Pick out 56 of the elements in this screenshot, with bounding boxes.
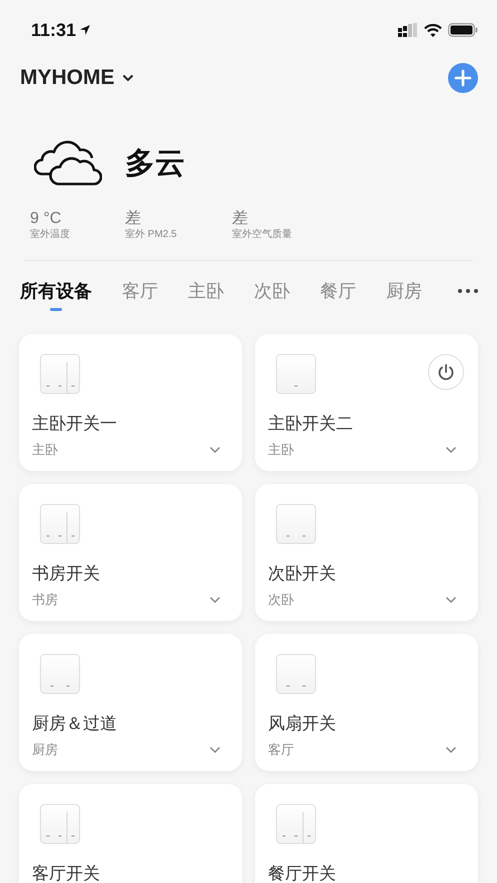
chevron-down-icon[interactable] — [445, 746, 457, 754]
device-name: 厨房＆过道 — [32, 713, 118, 735]
stat-label: 室外温度 — [30, 228, 71, 242]
chevron-down-icon[interactable] — [209, 746, 221, 754]
chevron-down-icon — [122, 74, 134, 82]
device-card[interactable]: 风扇开关 客厅 — [255, 634, 478, 771]
switch-icon — [40, 354, 80, 394]
chevron-down-icon[interactable] — [209, 446, 221, 454]
device-room: 客厅 — [268, 741, 294, 759]
device-card[interactable]: 主卧开关二 主卧 — [255, 334, 478, 471]
device-name: 主卧开关一 — [32, 413, 118, 435]
chevron-down-icon[interactable] — [209, 596, 221, 604]
device-card[interactable]: 餐厅开关 — [255, 784, 478, 883]
room-tab[interactable]: 所有设备 — [20, 279, 92, 311]
signal-icon — [398, 23, 418, 37]
device-name: 次卧开关 — [268, 563, 337, 585]
location-arrow-icon — [79, 24, 92, 36]
weather-condition: 多云 — [125, 146, 185, 182]
device-card[interactable]: 次卧开关 次卧 — [255, 484, 478, 621]
device-card[interactable]: 主卧开关一 主卧 — [19, 334, 242, 471]
device-card[interactable]: 书房开关 书房 — [19, 484, 242, 621]
switch-icon — [40, 804, 80, 844]
wifi-icon — [424, 24, 442, 36]
power-icon — [436, 362, 456, 382]
stat-label: 室外 PM2.5 — [125, 228, 178, 242]
device-room: 主卧 — [32, 441, 58, 459]
stat-label: 室外空气质量 — [232, 228, 293, 242]
home-selector[interactable]: MYHOME — [20, 66, 134, 90]
device-name: 餐厅开关 — [268, 863, 337, 883]
device-room: 厨房 — [32, 741, 58, 759]
switch-icon — [276, 804, 316, 844]
device-room: 次卧 — [268, 591, 294, 609]
more-icon[interactable] — [458, 289, 478, 293]
device-name: 风扇开关 — [268, 713, 337, 735]
switch-icon — [276, 504, 316, 544]
chevron-down-icon[interactable] — [445, 446, 457, 454]
stat-value: 9 °C — [30, 210, 62, 228]
add-button[interactable] — [448, 63, 478, 93]
power-button[interactable] — [428, 354, 464, 390]
cloud-icon — [34, 140, 102, 186]
device-card[interactable]: 厨房＆过道 厨房 — [19, 634, 242, 771]
battery-icon — [448, 23, 478, 37]
switch-icon — [40, 654, 80, 694]
device-name: 主卧开关二 — [268, 413, 354, 435]
device-name: 书房开关 — [32, 563, 101, 585]
switch-icon — [276, 654, 316, 694]
switch-icon — [40, 504, 80, 544]
stat-value: 差 — [125, 210, 142, 228]
device-room: 主卧 — [268, 441, 294, 459]
switch-icon — [276, 354, 316, 394]
device-name: 客厅开关 — [32, 863, 101, 883]
device-card[interactable]: 客厅开关 — [19, 784, 242, 883]
device-room: 书房 — [32, 591, 58, 609]
status-time: 11:31 — [31, 20, 76, 40]
stat-value: 差 — [232, 210, 249, 228]
chevron-down-icon[interactable] — [445, 596, 457, 604]
